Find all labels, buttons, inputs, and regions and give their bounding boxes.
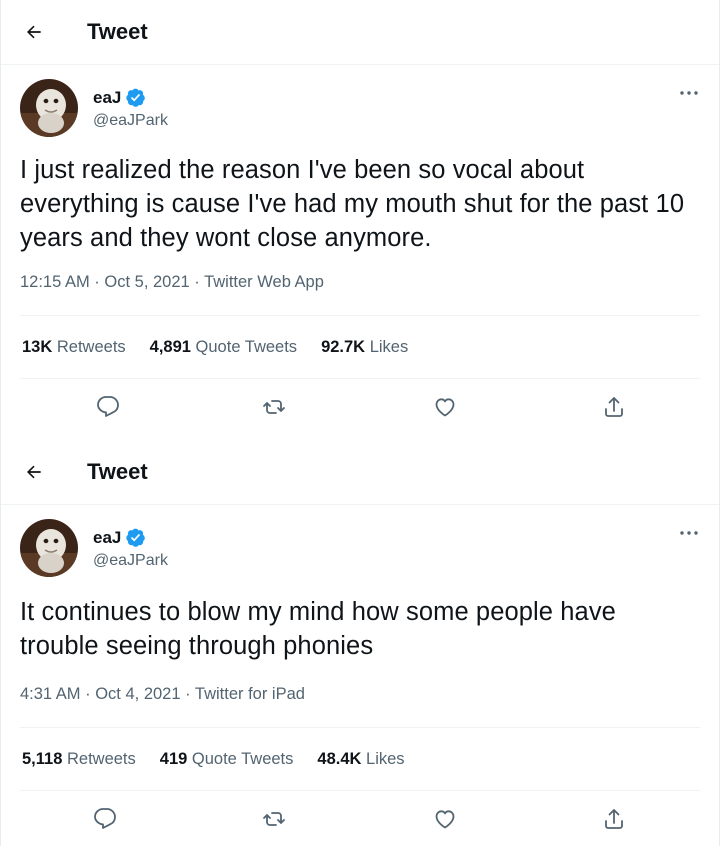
likes-label: Likes	[369, 337, 409, 356]
back-arrow-icon	[27, 465, 41, 479]
tweet-time[interactable]: 12:15 AM	[20, 273, 90, 291]
more-options-icon	[680, 531, 698, 535]
back-button[interactable]	[19, 457, 49, 487]
tweet-header: Tweet	[1, 440, 719, 505]
retweet-icon	[263, 812, 285, 826]
header-title: Tweet	[87, 459, 148, 484]
user-handle[interactable]: @eaJPark	[93, 112, 168, 130]
reply-button[interactable]	[94, 393, 122, 421]
tweet-actions	[1, 791, 719, 849]
retweets-label: Retweets	[56, 337, 126, 356]
retweet-button[interactable]	[260, 393, 288, 421]
quote-tweets-stat[interactable]: 4,891 Quote Tweets	[150, 338, 297, 357]
more-options-button[interactable]	[677, 83, 701, 103]
share-button[interactable]	[600, 393, 628, 421]
retweets-count: 5,118	[22, 749, 63, 768]
reply-icon	[94, 808, 116, 829]
tweet-stats: 13K Retweets 4,891 Quote Tweets 92.7K Li…	[1, 316, 719, 378]
avatar-image	[20, 79, 78, 137]
retweet-button[interactable]	[260, 805, 288, 833]
likes-label: Likes	[366, 749, 405, 768]
reply-icon	[97, 396, 119, 417]
tweet-meta: 12:15 AM · Oct 5, 2021 · Twitter Web App	[20, 273, 324, 291]
display-name[interactable]: eaJ	[93, 88, 121, 108]
likes-count: 92.7K	[321, 337, 366, 356]
tweet-source[interactable]: Twitter for iPad	[195, 685, 305, 703]
retweets-count: 13K	[22, 337, 53, 356]
share-icon	[605, 397, 623, 417]
avatar[interactable]	[20, 519, 78, 577]
likes-count: 48.4K	[317, 749, 362, 768]
tweet-actions	[1, 379, 719, 437]
header-title: Tweet	[87, 19, 148, 44]
verified-badge-icon	[126, 88, 146, 107]
display-name[interactable]: eaJ	[93, 528, 121, 548]
tweet-header: Tweet	[1, 0, 719, 65]
likes-stat[interactable]: 92.7K Likes	[321, 338, 408, 357]
tweet-panel-2: Tweet eaJ @eaJPark It continues to blow …	[0, 440, 720, 846]
tweet-date[interactable]: Oct 5, 2021	[104, 273, 189, 291]
more-options-icon	[680, 91, 698, 95]
tweet-author: eaJ @eaJPark	[1, 505, 719, 589]
like-button[interactable]	[431, 805, 459, 833]
like-icon	[435, 810, 455, 829]
tweet-date[interactable]: Oct 4, 2021	[95, 685, 180, 703]
quotes-count: 419	[159, 749, 188, 768]
name-row: eaJ	[93, 87, 146, 108]
reply-button[interactable]	[91, 805, 119, 833]
like-icon	[435, 398, 455, 417]
quotes-label: Quote Tweets	[191, 749, 294, 768]
user-handle[interactable]: @eaJPark	[93, 552, 168, 570]
quotes-count: 4,891	[149, 337, 191, 356]
likes-stat[interactable]: 48.4K Likes	[317, 750, 404, 769]
retweets-stat[interactable]: 13K Retweets	[22, 338, 126, 357]
name-row: eaJ	[93, 527, 146, 548]
tweet-time[interactable]: 4:31 AM	[20, 685, 81, 703]
tweet-meta: 4:31 AM · Oct 4, 2021 · Twitter for iPad	[20, 685, 305, 703]
tweet-text: I just realized the reason I've been so …	[20, 156, 685, 252]
tweet-stats: 5,118 Retweets 419 Quote Tweets 48.4K Li…	[1, 728, 719, 790]
retweet-icon	[263, 400, 285, 414]
tweet-author: eaJ @eaJPark	[1, 65, 719, 149]
quote-tweets-stat[interactable]: 419 Quote Tweets	[160, 750, 294, 769]
tweet-panel-1: Tweet eaJ @eaJPark I just realized the r…	[0, 0, 720, 440]
verified-badge-icon	[126, 528, 146, 547]
avatar[interactable]	[20, 79, 78, 137]
share-icon	[605, 809, 623, 829]
like-button[interactable]	[431, 393, 459, 421]
quotes-label: Quote Tweets	[195, 337, 298, 356]
retweets-label: Retweets	[66, 749, 136, 768]
avatar-image	[20, 519, 78, 577]
more-options-button[interactable]	[677, 523, 701, 543]
tweet-text: It continues to blow my mind how some pe…	[20, 598, 616, 660]
back-arrow-icon	[27, 25, 41, 39]
tweet-source[interactable]: Twitter Web App	[204, 273, 324, 291]
share-button[interactable]	[600, 805, 628, 833]
retweets-stat[interactable]: 5,118 Retweets	[22, 750, 136, 769]
back-button[interactable]	[19, 17, 49, 47]
